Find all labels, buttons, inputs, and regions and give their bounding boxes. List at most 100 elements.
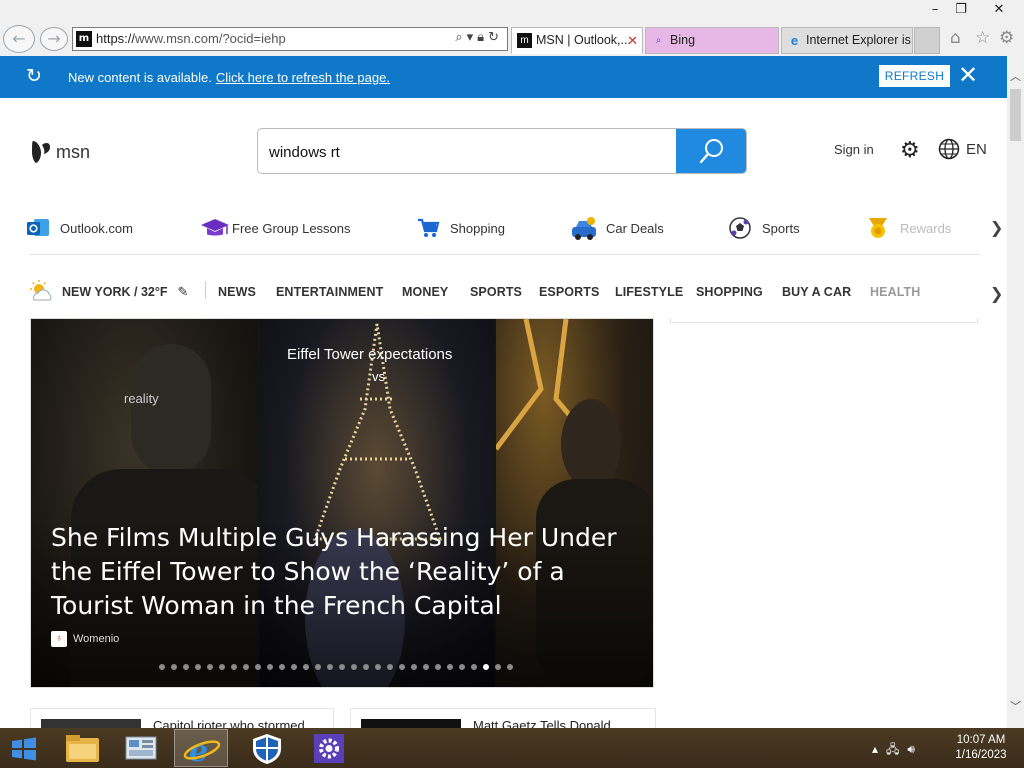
- tab-internet-explorer[interactable]: e Internet Explorer is...: [781, 27, 913, 54]
- nav-sports[interactable]: SPORTS: [470, 285, 522, 299]
- carousel-dot[interactable]: [495, 664, 501, 670]
- close-window-button[interactable]: ✕: [984, 0, 1014, 22]
- carousel-dot[interactable]: [435, 664, 441, 670]
- carousel-dot[interactable]: [351, 664, 357, 670]
- network-icon[interactable]: 🖧︎: [886, 742, 907, 756]
- carousel-dot[interactable]: [327, 664, 333, 670]
- story-card[interactable]: Matt Gaetz Tells Donald: [350, 708, 656, 730]
- msn-logo[interactable]: msn: [30, 138, 90, 166]
- hero-headline[interactable]: She Films Multiple Guys Harassing Her Un…: [51, 521, 641, 623]
- nav-lifestyle[interactable]: LIFESTYLE: [615, 285, 683, 299]
- home-icon[interactable]: ⌂: [950, 28, 961, 48]
- nav-shopping[interactable]: SHOPPING: [696, 285, 763, 299]
- weather-widget[interactable]: NEW YORK / 32°F ✎: [28, 280, 188, 304]
- quick-link-free-group-lessons[interactable]: Free Group Lessons: [200, 212, 351, 244]
- pencil-icon[interactable]: ✎: [177, 284, 188, 300]
- hero-source[interactable]: ♁ Womenio: [51, 631, 119, 647]
- nav-money[interactable]: MONEY: [402, 285, 448, 299]
- language-selector[interactable]: EN: [966, 141, 987, 158]
- refresh-icon[interactable]: ↻: [488, 30, 503, 45]
- clock[interactable]: 10:07 AM 1/16/2023: [946, 733, 1016, 763]
- carousel-dot[interactable]: [255, 664, 261, 670]
- internet-explorer-button[interactable]: e: [174, 729, 228, 769]
- story-card[interactable]: Capitol rioter who stormed: [30, 708, 334, 730]
- address-url[interactable]: https://www.msn.com/?ocid=iehp: [96, 31, 286, 46]
- lock-icon[interactable]: 🔒︎: [477, 30, 488, 45]
- carousel-dot[interactable]: [207, 664, 213, 670]
- search-input[interactable]: [269, 140, 669, 164]
- quick-link-sports[interactable]: Sports: [728, 212, 800, 244]
- carousel-dot[interactable]: [243, 664, 249, 670]
- server-manager-button[interactable]: [114, 729, 168, 767]
- tab-msn[interactable]: m MSN | Outlook,... ✕: [511, 27, 643, 54]
- notification-message: New content is available. Click here to r…: [68, 70, 390, 85]
- carousel-dot[interactable]: [195, 664, 201, 670]
- carousel-dot[interactable]: [219, 664, 225, 670]
- file-explorer-button[interactable]: [56, 729, 110, 767]
- refresh-button[interactable]: REFRESH: [879, 65, 950, 87]
- search-icon[interactable]: ⌕: [455, 30, 466, 45]
- quick-link-outlook[interactable]: Outlook.com: [26, 212, 133, 244]
- nav-esports[interactable]: ESPORTS: [539, 285, 599, 299]
- carousel-dot[interactable]: [411, 664, 417, 670]
- carousel-dot[interactable]: [507, 664, 513, 670]
- new-tab-button[interactable]: [914, 27, 940, 54]
- search-button[interactable]: [676, 129, 746, 173]
- scrollbar-thumb[interactable]: [1010, 89, 1021, 141]
- carousel-dot[interactable]: [183, 664, 189, 670]
- settings-gear-icon[interactable]: ⚙: [999, 28, 1014, 48]
- back-button[interactable]: ←: [3, 25, 35, 53]
- nav-health[interactable]: HEALTH: [870, 285, 920, 299]
- scroll-down-icon[interactable]: ﹀: [1007, 698, 1024, 715]
- tab-bing[interactable]: ⌕ Bing: [645, 27, 779, 54]
- tray-chevron-up-icon[interactable]: ▴: [872, 742, 886, 756]
- msn-icon: m: [517, 33, 532, 48]
- nav-buy-a-car[interactable]: BUY A CAR: [782, 285, 851, 299]
- carousel-dot[interactable]: [291, 664, 297, 670]
- quick-link-car-deals[interactable]: Car Deals: [570, 212, 664, 244]
- carousel-dot[interactable]: [399, 664, 405, 670]
- nav-entertainment[interactable]: ENTERTAINMENT: [276, 285, 383, 299]
- carousel-dot[interactable]: [267, 664, 273, 670]
- carousel-dot[interactable]: [483, 664, 489, 670]
- globe-icon[interactable]: [938, 138, 960, 160]
- carousel-dot[interactable]: [339, 664, 345, 670]
- volume-icon[interactable]: 🔊︎: [907, 742, 923, 756]
- nav-news[interactable]: NEWS: [218, 285, 256, 299]
- favorites-star-icon[interactable]: ☆: [975, 28, 990, 48]
- carousel-dot[interactable]: [423, 664, 429, 670]
- system-tray: ▴🖧︎🔊︎: [872, 740, 923, 761]
- chevron-right-icon[interactable]: ❯: [990, 284, 1003, 303]
- settings-button[interactable]: [302, 729, 356, 767]
- dropdown-icon[interactable]: ▾: [467, 30, 478, 45]
- hero-story[interactable]: Eiffel Tower expectations vs reality She…: [30, 318, 654, 688]
- sign-in-link[interactable]: Sign in: [834, 142, 874, 157]
- carousel-dot[interactable]: [447, 664, 453, 670]
- carousel-dot[interactable]: [471, 664, 477, 670]
- start-button[interactable]: [0, 729, 50, 767]
- carousel-dot[interactable]: [387, 664, 393, 670]
- address-bar[interactable]: m https://www.msn.com/?ocid=iehp ⌕▾🔒︎↻: [72, 27, 508, 51]
- vertical-scrollbar[interactable]: ︿ ﹀: [1007, 56, 1024, 728]
- quick-link-rewards[interactable]: Rewards: [866, 212, 951, 244]
- carousel-dot[interactable]: [375, 664, 381, 670]
- carousel-dot[interactable]: [159, 664, 165, 670]
- scroll-up-icon[interactable]: ︿: [1007, 68, 1024, 85]
- close-icon[interactable]: ✕: [958, 61, 978, 89]
- carousel-dot[interactable]: [315, 664, 321, 670]
- carousel-dot[interactable]: [279, 664, 285, 670]
- carousel-dot[interactable]: [363, 664, 369, 670]
- gear-icon[interactable]: ⚙: [900, 138, 920, 163]
- carousel-dot[interactable]: [231, 664, 237, 670]
- refresh-link[interactable]: Click here to refresh the page.: [216, 70, 390, 85]
- forward-button[interactable]: →: [40, 27, 68, 51]
- category-nav: NEW YORK / 32°F ✎ NEWS ENTERTAINMENT MON…: [28, 278, 988, 306]
- carousel-dot[interactable]: [303, 664, 309, 670]
- carousel-dot[interactable]: [171, 664, 177, 670]
- carousel-dot[interactable]: [459, 664, 465, 670]
- chevron-right-icon[interactable]: ❯: [990, 218, 1003, 237]
- restore-button[interactable]: ❐: [946, 0, 976, 22]
- defender-button[interactable]: [240, 729, 294, 767]
- quick-link-shopping[interactable]: Shopping: [416, 212, 505, 244]
- close-tab-icon[interactable]: ✕: [627, 28, 638, 53]
